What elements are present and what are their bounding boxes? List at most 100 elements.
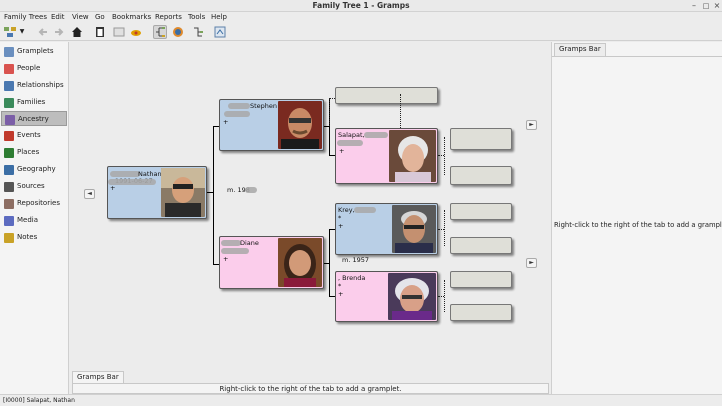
- person-name: Diane: [240, 239, 259, 247]
- sidebar-item-media[interactable]: Media: [1, 213, 67, 228]
- statusbar: [I0000] Salapat, Nathan: [0, 394, 722, 406]
- person-photo: [161, 168, 205, 217]
- events-icon: [4, 131, 14, 141]
- sidebar-item-people[interactable]: People: [1, 61, 67, 76]
- bookmark-icon[interactable]: [129, 25, 143, 39]
- maximize-button[interactable]: □: [701, 1, 711, 11]
- menu-edit[interactable]: Edit: [51, 13, 65, 21]
- forward-generation-button[interactable]: ►: [526, 120, 537, 130]
- notes-icon: [4, 233, 14, 243]
- person-name: Salapat,: [338, 131, 365, 139]
- person-photo: [388, 273, 436, 320]
- person-box-father[interactable]: Stephen +: [219, 99, 324, 151]
- person-box-maternal-grandfather[interactable]: Krey, * +: [335, 203, 438, 255]
- sidebar-item-ancestry[interactable]: Ancestry: [1, 111, 67, 126]
- sidebar-item-repositories[interactable]: Repositories: [1, 196, 67, 211]
- person-box-mother[interactable]: Diane +: [219, 236, 324, 289]
- sidebar-item-relationships[interactable]: Relationships: [1, 78, 67, 93]
- person-box-paternal-grandmother[interactable]: Salapat, +: [335, 128, 438, 184]
- sidebar-item-places[interactable]: Places: [1, 145, 67, 160]
- person-box-empty[interactable]: [450, 128, 512, 150]
- relationships-icon: [4, 81, 14, 91]
- sidebar-item-label: Gramplets: [17, 47, 54, 55]
- person-box-empty[interactable]: [450, 203, 512, 220]
- families-icon: [4, 98, 14, 108]
- ancestry-icon: [5, 115, 15, 125]
- sidebar-item-label: People: [17, 64, 41, 72]
- sidebar-item-sources[interactable]: Sources: [1, 179, 67, 194]
- sidebar-item-label: Repositories: [17, 199, 60, 207]
- geography-icon: [4, 165, 14, 175]
- forward-arrow-icon[interactable]: [52, 25, 66, 39]
- media-icon: [4, 216, 14, 226]
- menu-go[interactable]: Go: [95, 13, 105, 21]
- person-marker-death: +: [338, 222, 344, 230]
- tab-gramps-bar[interactable]: Gramps Bar: [554, 43, 606, 56]
- person-box-empty[interactable]: [450, 166, 512, 185]
- edit-icon[interactable]: [112, 25, 126, 39]
- sidebar-item-label: Families: [17, 98, 46, 106]
- person-name: , Brenda: [338, 274, 366, 282]
- right-gramps-bar: Gramps Bar Right-click to the right of t…: [551, 42, 722, 394]
- sidebar-item-label: Media: [17, 216, 39, 224]
- person-photo: [278, 101, 322, 149]
- bottom-gramps-bar: Gramps Bar Right-click to the right of t…: [70, 369, 551, 395]
- bottom-bar-hint: Right-click to the right of the tab to a…: [72, 383, 549, 394]
- person-box-empty[interactable]: [450, 304, 512, 321]
- sources-icon: [4, 182, 14, 192]
- repositories-icon: [4, 199, 14, 209]
- people-icon: [4, 64, 14, 74]
- sidebar-item-label: Ancestry: [18, 115, 49, 123]
- back-arrow-icon[interactable]: [36, 25, 50, 39]
- person-box-root[interactable]: Nathan 1991-06-27 +: [107, 166, 207, 219]
- menu-bookmarks[interactable]: Bookmarks: [112, 13, 151, 21]
- sidebar-item-label: Events: [17, 131, 41, 139]
- sidebar-item-families[interactable]: Families: [1, 95, 67, 110]
- right-bar-hint: Right-click to the right of the tab to a…: [554, 221, 722, 229]
- pedigree-view-icon[interactable]: [153, 25, 167, 39]
- configure-view-icon[interactable]: [213, 25, 227, 39]
- toolbar: ▼: [0, 23, 722, 41]
- person-marker-birth: *: [338, 214, 342, 222]
- person-photo: [392, 205, 436, 253]
- back-generation-button[interactable]: ◄: [84, 189, 95, 199]
- person-box-maternal-grandmother[interactable]: , Brenda * +: [335, 271, 438, 322]
- minimize-button[interactable]: –: [689, 1, 699, 11]
- sidebar-item-notes[interactable]: Notes: [1, 230, 67, 245]
- menu-help[interactable]: Help: [211, 13, 227, 21]
- descendant-icon[interactable]: [191, 25, 205, 39]
- gramplets-icon: [4, 47, 14, 57]
- family-tree-icon[interactable]: [3, 25, 17, 39]
- menu-view[interactable]: View: [72, 13, 89, 21]
- person-box-empty[interactable]: [450, 237, 512, 254]
- sidebar-item-geography[interactable]: Geography: [1, 162, 67, 177]
- dropdown-arrow-icon[interactable]: ▼: [18, 25, 26, 39]
- menu-family-trees[interactable]: Family Trees: [4, 13, 47, 21]
- sidebar-item-events[interactable]: Events: [1, 128, 67, 143]
- menu-reports[interactable]: Reports: [155, 13, 182, 21]
- person-marker: +: [223, 255, 229, 263]
- grandparents-marriage-label: m. 1957: [342, 256, 370, 264]
- sidebar-item-label: Notes: [17, 233, 38, 241]
- person-name: Krey,: [338, 206, 355, 214]
- person-marker: +: [339, 147, 345, 155]
- sidebar-item-label: Geography: [17, 165, 56, 173]
- person-box-empty[interactable]: [335, 87, 438, 104]
- fan-chart-icon[interactable]: [171, 25, 185, 39]
- sidebar-item-label: Places: [17, 148, 40, 156]
- forward-generation-button[interactable]: ►: [526, 258, 537, 268]
- clipboard-icon[interactable]: [93, 25, 107, 39]
- person-photo: [278, 238, 322, 287]
- home-icon[interactable]: [70, 25, 84, 39]
- status-text: [I0000] Salapat, Nathan: [3, 397, 75, 404]
- sidebar-item-gramplets[interactable]: Gramplets: [1, 44, 67, 59]
- person-name: Stephen: [250, 102, 278, 110]
- close-button[interactable]: ×: [712, 1, 722, 11]
- person-photo: [389, 130, 436, 182]
- pedigree-canvas: ◄ Nathan 1991-06-27 + m. 198 Stephen + D…: [70, 42, 551, 369]
- menu-tools[interactable]: Tools: [188, 13, 205, 21]
- sidebar-item-label: Relationships: [17, 81, 64, 89]
- person-marker: +: [223, 118, 229, 126]
- window-titlebar: Family Tree 1 - Gramps – □ ×: [0, 0, 722, 12]
- person-box-empty[interactable]: [450, 271, 512, 288]
